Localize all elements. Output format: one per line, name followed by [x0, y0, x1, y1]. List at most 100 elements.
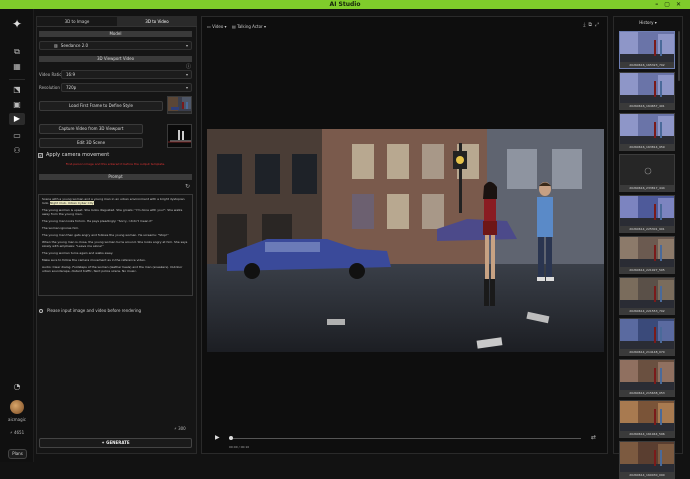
video-ratio-select[interactable]: 16:9 ▾: [61, 70, 192, 79]
viewport-capture-thumbnail[interactable]: [167, 124, 192, 148]
scene-illustration: [207, 129, 604, 352]
mode-tabs: 3D to Image 3D to Video: [37, 17, 197, 27]
prompt-line: Make sure to follow the camera movement …: [42, 258, 146, 262]
history-title-label: History: [639, 20, 654, 25]
video-ratio-value: 16:9: [66, 72, 75, 77]
first-frame-thumbnail[interactable]: [167, 96, 192, 114]
history-item[interactable]: 20260616_163814_959: [619, 113, 675, 151]
edit-3d-scene-button[interactable]: Edit 3D Scene: [39, 138, 143, 148]
char-count: ⚡ 300: [174, 426, 186, 431]
history-item[interactable]: 20260614_161944_596: [619, 400, 675, 438]
user-name: aicmagic: [8, 417, 26, 422]
video-ratio-label: Video Ratio: [39, 72, 62, 77]
prompt-line: The young woman turns again and walks aw…: [42, 251, 114, 255]
loop-icon[interactable]: ⇄: [591, 434, 596, 441]
history-thumbnail: [620, 237, 674, 269]
render-hint: Please input image and video before rend…: [47, 308, 142, 313]
history-item-label: 20260614_221553_702: [620, 308, 674, 314]
prompt-header: Prompt: [39, 174, 192, 180]
history-item-label: 20260614_221927_505: [620, 267, 674, 273]
history-item[interactable]: 20260614_225301_901: [619, 195, 675, 233]
prompt-textarea[interactable]: Scene with a young woman and a young man…: [38, 194, 193, 296]
open-external-icon[interactable]: ⧉: [588, 22, 595, 28]
history-panel: History ▾ 20260616_165323_702 20260616_16…: [613, 16, 683, 479]
history-item-label: 20260614_160030_090: [620, 472, 674, 478]
fullscreen-icon[interactable]: ⤢: [595, 22, 602, 28]
history-thumbnail: [620, 442, 674, 474]
resolution-label: Resolution: [39, 85, 60, 90]
left-rail: ✦ ⧉ ▦ ⬔ ▣ ▶ ▭ ⚇ ◔ aicmagic ⚡ 4651 Plans: [0, 9, 34, 462]
credits-count: ⚡ 4651: [9, 430, 25, 435]
image-edit-icon[interactable]: ⬔: [9, 84, 25, 96]
window-controls[interactable]: –▢✕: [655, 0, 687, 9]
history-item-label: 20260614_225301_901: [620, 226, 674, 232]
timeline-track[interactable]: [229, 438, 581, 439]
prompt-line: When the young man is close, the young w…: [42, 240, 188, 248]
viewport-header-label: 3D Viewport Video: [96, 56, 135, 61]
video-icon[interactable]: ▶: [9, 113, 25, 125]
prompt-highlight: Night Club. Urban Cyber City: [50, 201, 94, 205]
generate-button[interactable]: ✦ GENERATE: [39, 438, 192, 448]
video-menu[interactable]: ▭ Video ▾: [207, 24, 227, 29]
bell-icon[interactable]: ◔: [9, 381, 25, 393]
plans-button[interactable]: Plans: [8, 449, 27, 459]
history-item[interactable]: 20260614_221553_702: [619, 277, 675, 315]
warning-text: First-person image and this entered it b…: [65, 162, 166, 166]
video-frame[interactable]: [207, 129, 604, 352]
layers-icon[interactable]: ⧉: [9, 46, 25, 58]
history-thumbnail: [620, 278, 674, 310]
timeline-handle[interactable]: [229, 436, 233, 440]
loading-icon: [620, 155, 674, 187]
history-item[interactable]: 20260616_164657_401: [619, 72, 675, 110]
talking-actor-menu[interactable]: ▤ Talking Actor ▾: [232, 24, 266, 29]
prompt-line: Scene with a young woman and a young man…: [42, 197, 189, 205]
load-first-frame-button[interactable]: Load First Frame to Define Style: [39, 101, 163, 111]
render-status-indicator: [39, 309, 43, 313]
history-thumbnail: [620, 360, 674, 392]
history-title[interactable]: History ▾: [614, 20, 682, 25]
generate-label: GENERATE: [106, 440, 130, 445]
apply-camera-label: Apply camera movement: [46, 152, 110, 158]
user-settings-icon[interactable]: ⚇: [9, 145, 25, 157]
info-icon[interactable]: ⓘ: [186, 63, 191, 70]
chat-icon[interactable]: ▭: [9, 130, 25, 142]
apply-camera-checkbox[interactable]: ✓: [38, 153, 43, 158]
talking-actor-label: Talking Actor: [237, 24, 263, 29]
history-item[interactable]: 20260614_214148_070: [619, 318, 675, 356]
history-item[interactable]: 20260616_165323_702: [619, 31, 675, 69]
app-title: AI Studio: [329, 1, 361, 8]
credits-value: 4651: [13, 430, 25, 435]
history-item[interactable]: 20260614_215638_053: [619, 359, 675, 397]
history-thumbnail: [620, 114, 674, 146]
prompt-line: The young woman is upset. She looks disg…: [42, 208, 183, 216]
prompt-line: The woman ignores him.: [42, 226, 80, 230]
video-time: 00:00 / 00:10: [229, 445, 250, 449]
model-header: Model: [39, 31, 192, 37]
history-item[interactable]: 20260614_160030_090: [619, 441, 675, 479]
resolution-value: 720p: [66, 85, 77, 90]
model-value: Seedance 2.0: [60, 43, 89, 48]
play-icon[interactable]: ▶: [215, 434, 220, 441]
app-logo-icon[interactable]: ✦: [10, 17, 24, 31]
capture-video-button[interactable]: Capture Video from 3D Viewport: [39, 124, 143, 134]
history-item[interactable]: 20260616_233817_444: [619, 154, 675, 192]
tab-3d-to-image[interactable]: 3D to Image: [37, 17, 117, 27]
tab-3d-to-video[interactable]: 3D to Video: [117, 17, 197, 27]
refresh-icon[interactable]: ↻: [185, 183, 190, 190]
history-thumbnail: [620, 73, 674, 105]
chevron-down-icon: ▾: [185, 43, 188, 48]
image-icon[interactable]: ▣: [9, 99, 25, 111]
history-item[interactable]: 20260614_221927_505: [619, 236, 675, 274]
model-select[interactable]: ▥ Seedance 2.0 ▾: [39, 41, 192, 50]
avatar[interactable]: [10, 400, 24, 414]
resolution-select[interactable]: 720p ▾: [61, 83, 192, 92]
video-controls: ▶ ⇄: [207, 432, 604, 444]
grid-icon[interactable]: ▦: [9, 61, 25, 73]
history-scrollbar[interactable]: [678, 31, 680, 81]
history-thumbnail: [620, 319, 674, 351]
char-count-value: 300: [178, 426, 186, 431]
app-title-bar: AI Studio –▢✕: [0, 0, 690, 9]
history-thumbnail: [620, 196, 674, 228]
history-item-label: 20260616_165323_702: [620, 62, 674, 68]
prompt-line: The young man looks forlorn. He pays ple…: [42, 219, 153, 223]
